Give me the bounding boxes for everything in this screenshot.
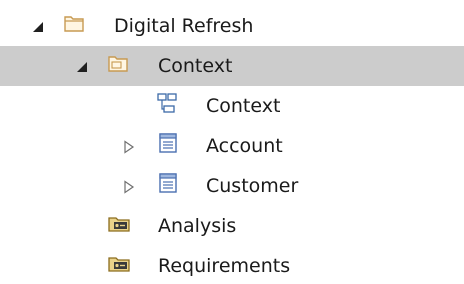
tree-item-customer[interactable]: Customer [0,166,464,206]
package-icon [107,52,129,74]
class-element-icon [157,172,179,194]
collapsed-triangle-icon[interactable] [122,179,136,194]
project-browser-tree: Digital Refresh Context Context Account … [0,0,464,284]
tree-item-digital-refresh[interactable]: Digital Refresh [0,6,464,46]
expanded-triangle-icon[interactable] [31,19,45,33]
collapsed-triangle-icon[interactable] [122,139,136,154]
view-package-icon [108,212,130,234]
tree-item-label: Customer [206,175,299,197]
tree-item-requirements[interactable]: Requirements [0,246,464,284]
class-element-icon [157,132,179,154]
tree-item-account[interactable]: Account [0,126,464,166]
tree-item-label: Context [206,95,281,117]
tree-item-label: Context [158,55,233,77]
tree-item-analysis[interactable]: Analysis [0,206,464,246]
tree-item-label: Analysis [158,215,237,237]
tree-item-label: Requirements [158,255,291,277]
folder-icon [63,12,85,34]
tree-item-context-package[interactable]: Context [0,46,464,86]
diagram-icon [156,92,178,114]
view-package-icon [108,252,130,274]
tree-item-label: Digital Refresh [114,15,254,37]
tree-item-label: Account [206,135,283,157]
expanded-triangle-icon[interactable] [75,59,89,73]
tree-item-context-diagram[interactable]: Context [0,86,464,126]
